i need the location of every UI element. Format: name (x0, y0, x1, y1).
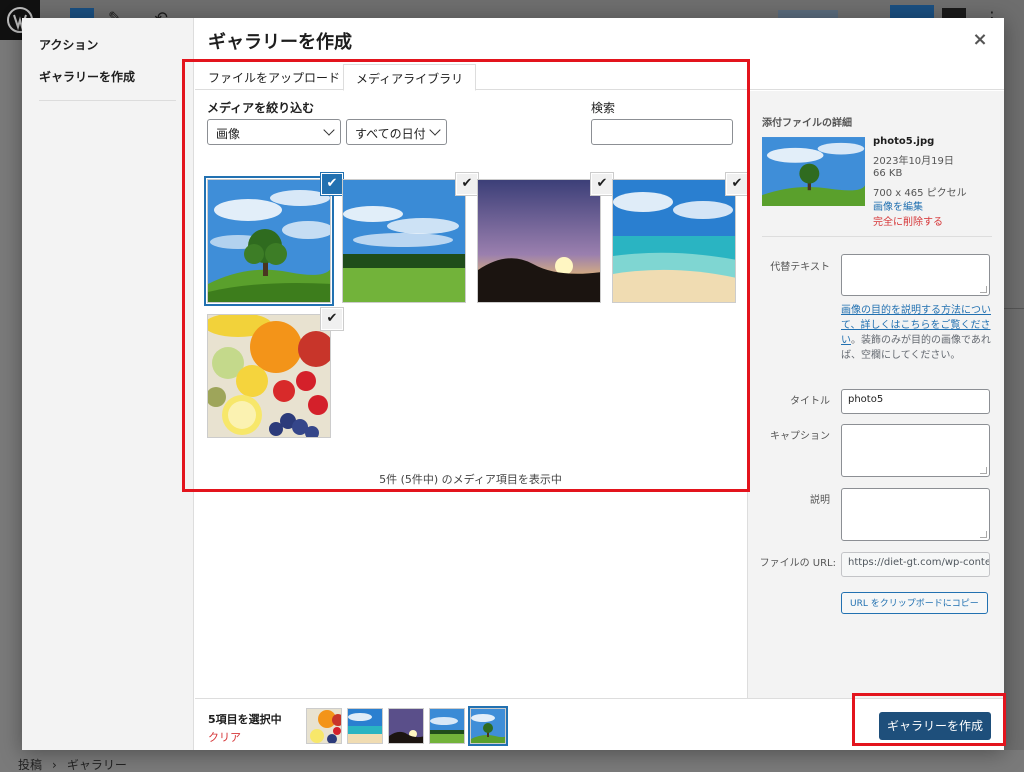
edit-image-link[interactable]: 画像を編集 (873, 198, 923, 213)
menu-item-actions[interactable]: アクション (39, 36, 98, 53)
alt-text-label: 代替テキスト (770, 262, 830, 273)
date-filter-value: すべての日付 (355, 127, 426, 141)
media-library-content: メディアを絞り込む 画像 すべての日付 検索 ✔ ✔ ✔ ✔ ✔ 5件 (5件中… (195, 91, 748, 698)
file-url-label: ファイルの URL: (759, 558, 836, 569)
fruits-image (208, 315, 330, 437)
file-url-field[interactable]: https://diet-gt.com/wp-content (841, 552, 990, 577)
editor-settings-sidebar (1004, 40, 1024, 750)
beach-image (348, 709, 382, 743)
checkmark-icon[interactable]: ✔ (456, 173, 478, 195)
search-label: 検索 (591, 101, 616, 115)
chevron-down-icon (323, 124, 335, 136)
media-type-select[interactable]: 画像 (207, 119, 341, 145)
search-input[interactable] (591, 119, 733, 145)
menu-item-create-gallery[interactable]: ギャラリーを作成 (39, 68, 135, 85)
media-item-field[interactable] (342, 179, 466, 303)
media-menu: アクション ギャラリーを作成 (22, 18, 194, 750)
tree-on-hill-image (471, 709, 505, 743)
media-modal: アクション ギャラリーを作成 ギャラリーを作成 × ファイルをアップロード メデ… (22, 18, 1004, 750)
selected-attachment-thumbnail (762, 137, 865, 206)
media-item-tree-on-hill[interactable] (207, 179, 331, 303)
modal-title: ギャラリーを作成 (208, 32, 352, 53)
tree-on-hill-image (208, 180, 330, 302)
sunrise-image (389, 709, 423, 743)
breadcrumb: 投稿 › ギャラリー (0, 752, 1024, 772)
media-type-value: 画像 (216, 127, 241, 141)
tab-upload-files[interactable]: ファイルをアップロード (196, 64, 352, 91)
breadcrumb-item[interactable]: ギャラリー (67, 758, 127, 772)
caption-field[interactable] (841, 424, 990, 477)
checkmark-icon[interactable]: ✔ (591, 173, 613, 195)
selection-thumb-fruits[interactable] (306, 708, 342, 744)
menu-divider (39, 100, 176, 101)
breadcrumb-separator-icon: › (52, 758, 57, 772)
beach-image (613, 180, 735, 302)
checkmark-icon[interactable]: ✔ (321, 308, 343, 330)
attachment-filename: photo5.jpg (873, 136, 935, 147)
media-count-text: 5件 (5件中) のメディア項目を表示中 (379, 473, 562, 486)
sunrise-image (478, 180, 600, 302)
checkmark-icon[interactable]: ✔ (726, 173, 748, 195)
details-heading: 添付ファイルの詳細 (762, 118, 852, 129)
tab-media-library[interactable]: メディアライブラリ (343, 64, 477, 91)
media-item-sunrise[interactable] (477, 179, 601, 303)
media-toolbar: 5項目を選択中 クリア ギャラリーを作成 (195, 698, 1004, 750)
field-image (430, 709, 464, 743)
create-gallery-button[interactable]: ギャラリーを作成 (879, 712, 991, 740)
selection-thumb-beach[interactable] (347, 708, 383, 744)
selection-thumb-tree-on-hill[interactable] (470, 708, 506, 744)
clear-selection-link[interactable]: クリア (208, 729, 241, 745)
alt-text-help-text: 。装飾のみが目的の画像であれば、空欄にしてください。 (841, 335, 991, 361)
media-item-fruits[interactable] (207, 314, 331, 438)
checkmark-icon[interactable]: ✔ (321, 173, 343, 195)
caption-label: キャプション (770, 431, 830, 442)
alt-text-field[interactable] (841, 254, 990, 296)
title-field[interactable]: photo5 (841, 389, 990, 414)
selection-thumb-field[interactable] (429, 708, 465, 744)
selection-thumb-sunrise[interactable] (388, 708, 424, 744)
field-image (343, 180, 465, 302)
selection-count: 5項目を選択中 (208, 713, 282, 726)
details-divider (762, 236, 992, 237)
attachment-size: 66 KB (873, 168, 903, 179)
attachment-dimensions: 700 x 465 ピクセル (873, 188, 967, 199)
close-icon[interactable]: × (970, 30, 990, 50)
media-item-beach[interactable] (612, 179, 736, 303)
alt-text-help: 画像の目的を説明する方法について、詳しくはこちらをご覧ください。装飾のみが目的の… (841, 303, 993, 363)
tree-on-hill-image (762, 137, 865, 206)
copy-url-button[interactable]: URL をクリップボードにコピー (841, 592, 988, 614)
filter-label: メディアを絞り込む (207, 101, 315, 115)
sidebar-divider (1004, 308, 1024, 309)
description-field[interactable] (841, 488, 990, 541)
title-label: タイトル (790, 396, 830, 407)
attachment-date: 2023年10月19日 (873, 156, 954, 167)
breadcrumb-item[interactable]: 投稿 (18, 758, 42, 772)
fruits-image (307, 709, 341, 743)
description-label: 説明 (810, 495, 830, 506)
media-router-tabs: ファイルをアップロード メディアライブラリ (195, 64, 1004, 91)
chevron-down-icon (429, 124, 441, 136)
attachment-details-sidebar: 添付ファイルの詳細 photo5.jpg 2023年10月19日 66 KB 7… (747, 91, 1004, 698)
date-filter-select[interactable]: すべての日付 (346, 119, 447, 145)
delete-permanently-link[interactable]: 完全に削除する (873, 213, 943, 228)
